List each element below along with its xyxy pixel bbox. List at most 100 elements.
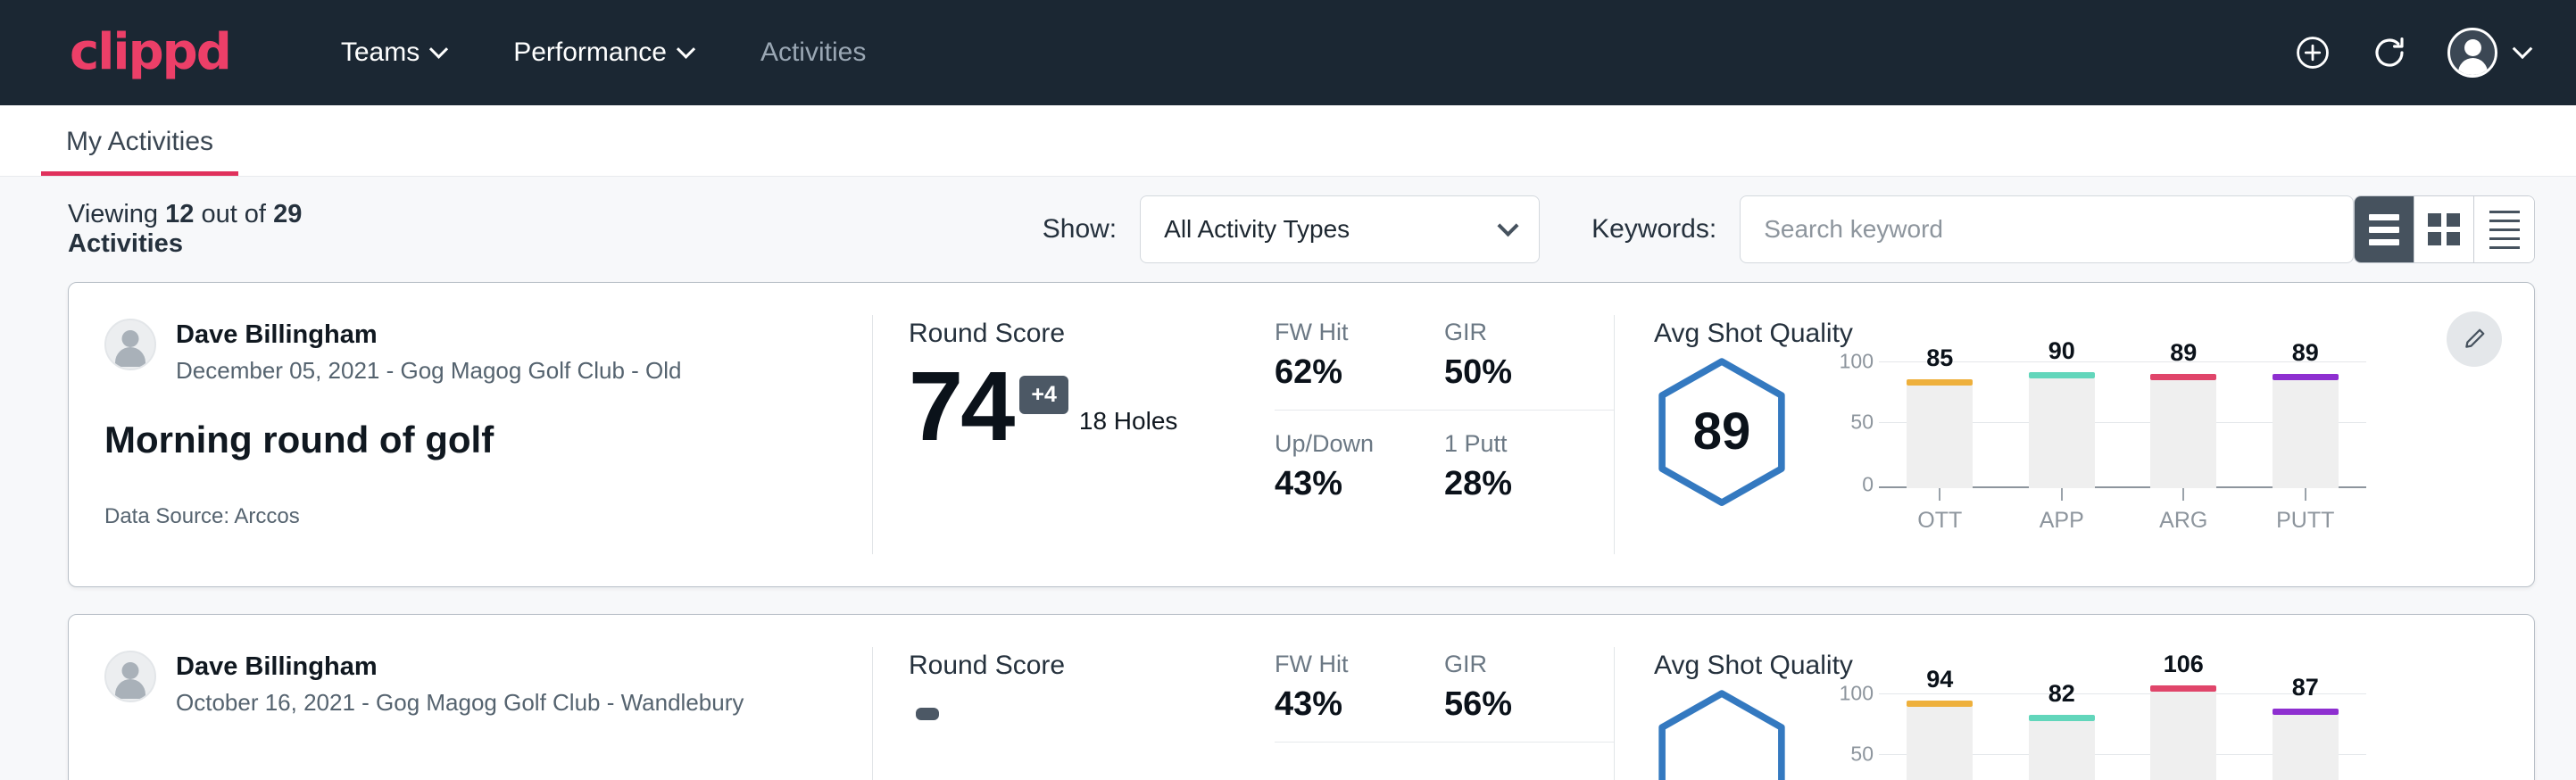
bar-body: 89: [2273, 380, 2339, 488]
compact-line-icon: [2489, 228, 2520, 231]
round-stats-section: FW Hit 43% GIR 56%: [1239, 615, 1614, 780]
bar-arg: 89: [2150, 356, 2216, 488]
plus-circle-icon[interactable]: [2294, 34, 2331, 71]
activity-meta: October 16, 2021 - Gog Magog Golf Club -…: [176, 689, 744, 717]
bar-app: 82: [2029, 688, 2095, 780]
y-tick: 50: [1850, 411, 1874, 435]
bar-cap: [1907, 701, 1973, 707]
stat-value: 43%: [1275, 685, 1414, 724]
bar-cap: [2273, 709, 2339, 715]
avg-shot-quality-label: Avg Shot Quality: [1654, 319, 2534, 349]
compact-line-icon: [2489, 246, 2520, 249]
bar-ott: 85: [1907, 356, 1973, 488]
viewing-mid: out of: [201, 200, 266, 228]
filter-bar: Viewing 12 out of 29 Activities Show: Al…: [0, 177, 2576, 282]
activity-type-select[interactable]: All Activity Types: [1140, 195, 1540, 263]
stat-value: 43%: [1275, 465, 1414, 503]
tab-my-activities[interactable]: My Activities: [41, 127, 238, 176]
activity-type-value: All Activity Types: [1164, 215, 1350, 244]
account-menu[interactable]: [2447, 28, 2530, 78]
x-tick-ott: OTT: [1907, 488, 1973, 534]
view-mode-compact[interactable]: [2474, 196, 2534, 262]
bar-body: 106: [2150, 692, 2216, 780]
activity-list: Dave Billingham December 05, 2021 - Gog …: [0, 282, 2576, 780]
tick-mark: [2182, 488, 2184, 501]
primary-nav: Teams Performance Activities: [307, 37, 900, 68]
x-tick-arg: ARG: [2150, 488, 2216, 534]
bar-value: 90: [2048, 337, 2075, 365]
shot-quality-chart: 100 50 0: [1822, 356, 2366, 534]
x-tick-label: PUTT: [2276, 508, 2334, 534]
show-label: Show:: [1043, 214, 1117, 245]
chart-bars: 94 82: [1879, 688, 2366, 780]
bar-app: 90: [2029, 356, 2095, 488]
tab-bar: My Activities: [0, 105, 2576, 177]
nav-item-teams[interactable]: Teams: [307, 37, 479, 68]
bar-body: 87: [2273, 715, 2339, 780]
author-name: Dave Billingham: [176, 319, 682, 351]
bar-value: 82: [2048, 680, 2075, 708]
activity-card[interactable]: Dave Billingham December 05, 2021 - Gog …: [68, 282, 2535, 587]
y-tick: 100: [1840, 350, 1874, 374]
view-mode-grid[interactable]: [2414, 196, 2474, 262]
shot-quality-chart: 100 50 0: [1822, 688, 2366, 780]
stat-value: 62%: [1275, 353, 1414, 392]
bar-putt: 87: [2273, 688, 2339, 780]
viewing-summary: Viewing 12 out of 29 Activities: [68, 200, 373, 259]
bar-cap: [2029, 715, 2095, 721]
x-tick-label: APP: [2040, 508, 2084, 534]
hexagon-icon: [1654, 688, 1790, 780]
nav-item-activities[interactable]: Activities: [727, 37, 900, 68]
activity-title: Morning round of golf: [104, 419, 836, 461]
view-mode-list[interactable]: [2355, 196, 2414, 262]
compact-line-icon: [2489, 211, 2520, 213]
grid-cell: [2447, 232, 2460, 245]
stat-label: 1 Putt: [1444, 430, 1583, 458]
search-input[interactable]: [1740, 195, 2354, 263]
avg-shot-quality-section: Avg Shot Quality 100 50 0: [1615, 615, 2534, 780]
top-navigation-bar: clippd Teams Performance Activities: [0, 0, 2576, 105]
grid-cell: [2428, 232, 2441, 245]
activity-author: Dave Billingham December 05, 2021 - Gog …: [104, 319, 836, 385]
grid-cell: [2447, 213, 2460, 227]
x-tick-putt: PUTT: [2273, 488, 2339, 534]
round-stats-section: FW Hit 62% GIR 50% Up/Down 43% 1 Putt 28…: [1239, 283, 1614, 586]
chart-y-axis: 100 50 0: [1822, 688, 1879, 780]
y-tick: 100: [1840, 682, 1874, 706]
refresh-icon[interactable]: [2371, 34, 2408, 71]
y-tick: 50: [1850, 743, 1874, 767]
tab-label: My Activities: [66, 127, 213, 156]
bar-cap: [2029, 372, 2095, 378]
pencil-icon: [2461, 326, 2488, 353]
data-source: Data Source: Arccos: [104, 504, 836, 529]
tick-mark: [1939, 488, 1940, 501]
tick-mark: [2061, 488, 2063, 501]
bar-body: 90: [2029, 378, 2095, 488]
bar-body: 94: [1907, 707, 1973, 780]
edit-activity-button[interactable]: [2447, 311, 2502, 367]
viewing-prefix: Viewing: [68, 200, 158, 228]
chevron-down-icon: [2513, 38, 2533, 59]
avatar: [104, 651, 156, 702]
round-score-section: Round Score: [873, 615, 1239, 780]
bar-body: 82: [2029, 721, 2095, 780]
chevron-down-icon: [1498, 215, 1519, 236]
activity-card[interactable]: Dave Billingham October 16, 2021 - Gog M…: [68, 614, 2535, 780]
chart-x-axis: OTT APP ARG PUTT: [1879, 488, 2366, 534]
compact-line-icon: [2489, 237, 2520, 240]
stat-value: 28%: [1444, 465, 1583, 503]
bar-cap: [2150, 374, 2216, 380]
stat-up-down: Up/Down 43%: [1275, 411, 1444, 503]
stat-label: FW Hit: [1275, 651, 1414, 678]
bar-value: 85: [1926, 344, 1953, 372]
bar-putt: 89: [2273, 356, 2339, 488]
bar-value: 94: [1926, 666, 1953, 693]
nav-item-performance[interactable]: Performance: [479, 37, 727, 68]
score-to-par-badge: [916, 708, 939, 720]
activity-meta: December 05, 2021 - Gog Magog Golf Club …: [176, 357, 682, 385]
bar-cap: [2150, 685, 2216, 692]
nav-item-label: Activities: [760, 37, 866, 68]
stat-fw-hit: FW Hit 62%: [1275, 319, 1444, 411]
brand-logo[interactable]: clippd: [70, 28, 230, 78]
account-avatar-icon: [2447, 28, 2497, 78]
